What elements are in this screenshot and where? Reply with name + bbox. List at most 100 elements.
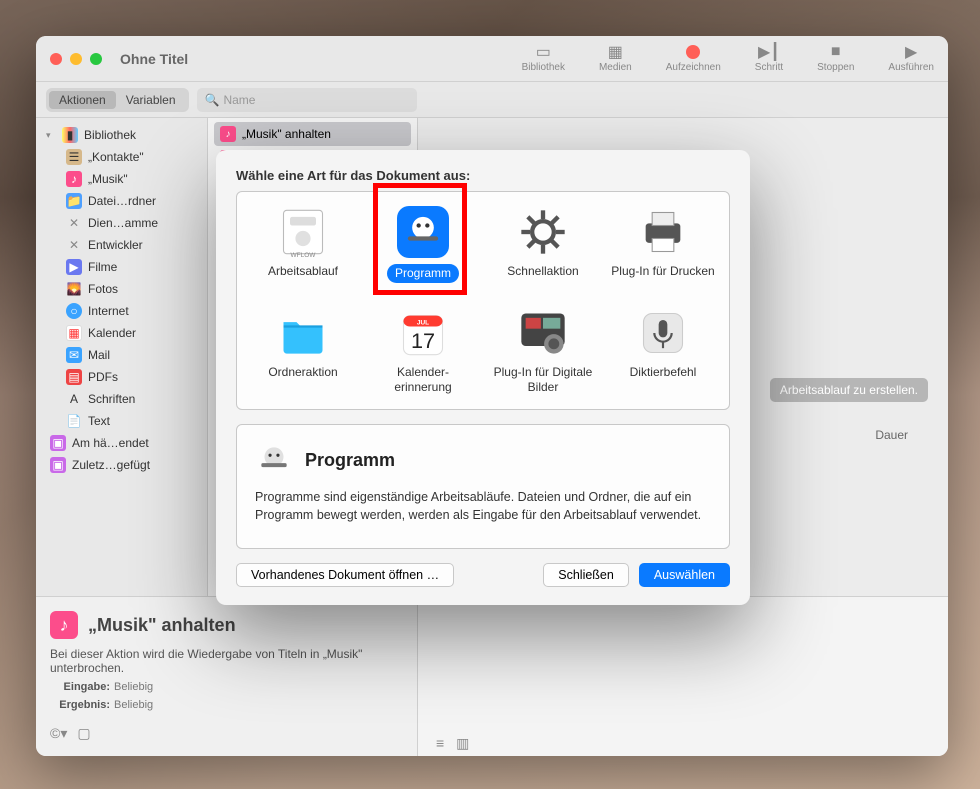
zoom-window-button[interactable] [90, 53, 102, 65]
close-window-button[interactable] [50, 53, 62, 65]
choose-button[interactable]: Auswählen [639, 563, 730, 587]
view-segmented-control: Aktionen Variablen [46, 88, 189, 112]
sidebar-item-kontakte[interactable]: ☰„Kontakte" [36, 146, 207, 168]
info-output-row: Ergebnis:Beliebig [50, 699, 403, 711]
sidebar-item-dienste[interactable]: ✕Dien…amme [36, 212, 207, 234]
info-description: Bei dieser Aktion wird die Wiedergabe vo… [50, 647, 403, 675]
type-label: Arbeitsablauf [268, 264, 338, 279]
smart-folder-icon: ▣ [50, 435, 66, 451]
calendar-icon: ▦ [66, 325, 82, 341]
sidebar-item-schriften[interactable]: ASchriften [36, 388, 207, 410]
sidebar-item-internet[interactable]: ○Internet [36, 300, 207, 322]
info-input-row: Eingabe:Beliebig [50, 681, 403, 693]
type-druck-plugin[interactable]: Plug-In für Drucken [603, 202, 723, 287]
photos-icon: 🌄 [66, 281, 82, 297]
contacts-icon: ☰ [66, 149, 82, 165]
type-label: Kalender- erinnerung [394, 365, 451, 395]
type-label: Diktierbefehl [630, 365, 697, 380]
open-existing-button[interactable]: Vorhandenes Dokument öffnen … [236, 563, 454, 587]
music-icon: ♪ [220, 126, 236, 142]
application-icon [255, 441, 293, 479]
film-icon: ▶ [66, 259, 82, 275]
type-label: Programm [387, 264, 459, 283]
table-col-dauer: Dauer [875, 428, 908, 442]
sidebar-item-filme[interactable]: ▶Filme [36, 256, 207, 278]
sidebar: ▾ ▮ Bibliothek ☰„Kontakte" ♪„Musik" 📁Dat… [36, 118, 208, 596]
media-toolbar-button[interactable]: ▦Medien [599, 44, 632, 73]
type-diktierbefehl[interactable]: Diktierbefehl [603, 303, 723, 399]
secondary-toolbar: Aktionen Variablen 🔍 Name [36, 82, 948, 118]
record-toolbar-button[interactable]: Aufzeichnen [666, 44, 721, 73]
window-title: Ohne Titel [120, 51, 188, 67]
sidebar-item-kalender[interactable]: ▦Kalender [36, 322, 207, 344]
copyright-icon-button[interactable]: ©▾ [50, 725, 67, 742]
type-label: Schnellaktion [507, 264, 578, 279]
sidebar-item-text[interactable]: 📄Text [36, 410, 207, 432]
svg-text:WFLOW: WFLOW [291, 252, 317, 258]
sidebar-library-root[interactable]: ▾ ▮ Bibliothek [36, 124, 207, 146]
type-bilder-plugin[interactable]: Plug-In für Digitale Bilder [483, 303, 603, 399]
step-toolbar-button[interactable]: ▶┃Schritt [755, 44, 783, 73]
log-foot: ≡ ▥ [436, 735, 469, 752]
svg-text:JUL: JUL [417, 319, 429, 326]
canvas-hint: Arbeitsablauf zu erstellen. [770, 378, 928, 402]
sidebar-group-recent[interactable]: ▣Am hä…endet [36, 432, 207, 454]
type-label: Plug-In für Digitale Bilder [487, 365, 599, 395]
type-arbeitsablauf[interactable]: WFLOW Arbeitsablauf [243, 202, 363, 287]
description-title: Programm [305, 450, 395, 471]
stop-icon: ■ [826, 44, 846, 60]
search-placeholder: Name [223, 93, 255, 107]
sidebar-item-entwickler[interactable]: ✕Entwickler [36, 234, 207, 256]
library-icon: ▮ [62, 127, 78, 143]
smart-folder-icon: ▣ [50, 457, 66, 473]
modal-footer: Vorhandenes Dokument öffnen … Schließen … [236, 563, 730, 587]
workflow-icon: WFLOW [277, 206, 329, 258]
music-icon: ♪ [66, 171, 82, 187]
folder-icon: 📁 [66, 193, 82, 209]
tab-actions[interactable]: Aktionen [49, 91, 116, 109]
sidebar-item-fotos[interactable]: 🌄Fotos [36, 278, 207, 300]
tab-variables[interactable]: Variablen [116, 91, 186, 109]
printer-icon [637, 206, 689, 258]
stop-toolbar-button[interactable]: ■Stoppen [817, 44, 854, 73]
type-kalender-erinnerung[interactable]: JUL17 Kalender- erinnerung [363, 303, 483, 399]
description-box: Programm Programme sind eigenständige Ar… [236, 424, 730, 549]
run-icon: ▶ [901, 44, 921, 60]
action-item-musik-anhalten[interactable]: ♪„Musik" anhalten [214, 122, 411, 146]
info-title: „Musik" anhalten [88, 615, 236, 636]
type-ordneraktion[interactable]: Ordneraktion [243, 303, 363, 399]
sidebar-item-musik[interactable]: ♪„Musik" [36, 168, 207, 190]
library-toolbar-button[interactable]: ▭Bibliothek [522, 44, 565, 73]
chevron-down-icon: ▾ [46, 130, 56, 141]
sidebar-group-added[interactable]: ▣Zuletz…gefügt [36, 454, 207, 476]
calendar-icon: JUL17 [397, 307, 449, 359]
type-grid: WFLOW Arbeitsablauf Programm Schnellakti… [236, 191, 730, 410]
info-foot: ©▾ ▢ [50, 725, 403, 742]
search-input[interactable]: 🔍 Name [197, 88, 417, 112]
info-panel: ♪ „Musik" anhalten Bei dieser Aktion wir… [36, 597, 418, 756]
column-view-icon[interactable]: ▥ [456, 735, 469, 752]
record-icon [683, 44, 703, 60]
folder-icon [277, 307, 329, 359]
book-icon: ▭ [533, 44, 553, 60]
text-icon: 📄 [66, 413, 82, 429]
type-programm[interactable]: Programm [363, 202, 483, 287]
list-view-icon[interactable]: ≡ [436, 735, 444, 752]
type-label: Ordneraktion [268, 365, 337, 380]
fonts-icon: A [66, 391, 82, 407]
traffic-lights [50, 53, 102, 65]
mail-icon: ✉ [66, 347, 82, 363]
minimize-window-button[interactable] [70, 53, 82, 65]
media-icon: ▦ [605, 44, 625, 60]
sidebar-item-mail[interactable]: ✉Mail [36, 344, 207, 366]
run-toolbar-button[interactable]: ▶Ausführen [888, 44, 934, 73]
titlebar: Ohne Titel ▭Bibliothek ▦Medien Aufzeichn… [36, 36, 948, 82]
close-button[interactable]: Schließen [543, 563, 629, 587]
sidebar-item-datei[interactable]: 📁Datei…rdner [36, 190, 207, 212]
pdf-icon: ▤ [66, 369, 82, 385]
type-schnellaktion[interactable]: Schnellaktion [483, 202, 603, 287]
bottom-pane: ♪ „Musik" anhalten Bei dieser Aktion wir… [36, 596, 948, 756]
sidebar-item-pdfs[interactable]: ▤PDFs [36, 366, 207, 388]
log-panel [418, 597, 948, 756]
inspector-icon-button[interactable]: ▢ [77, 725, 90, 742]
